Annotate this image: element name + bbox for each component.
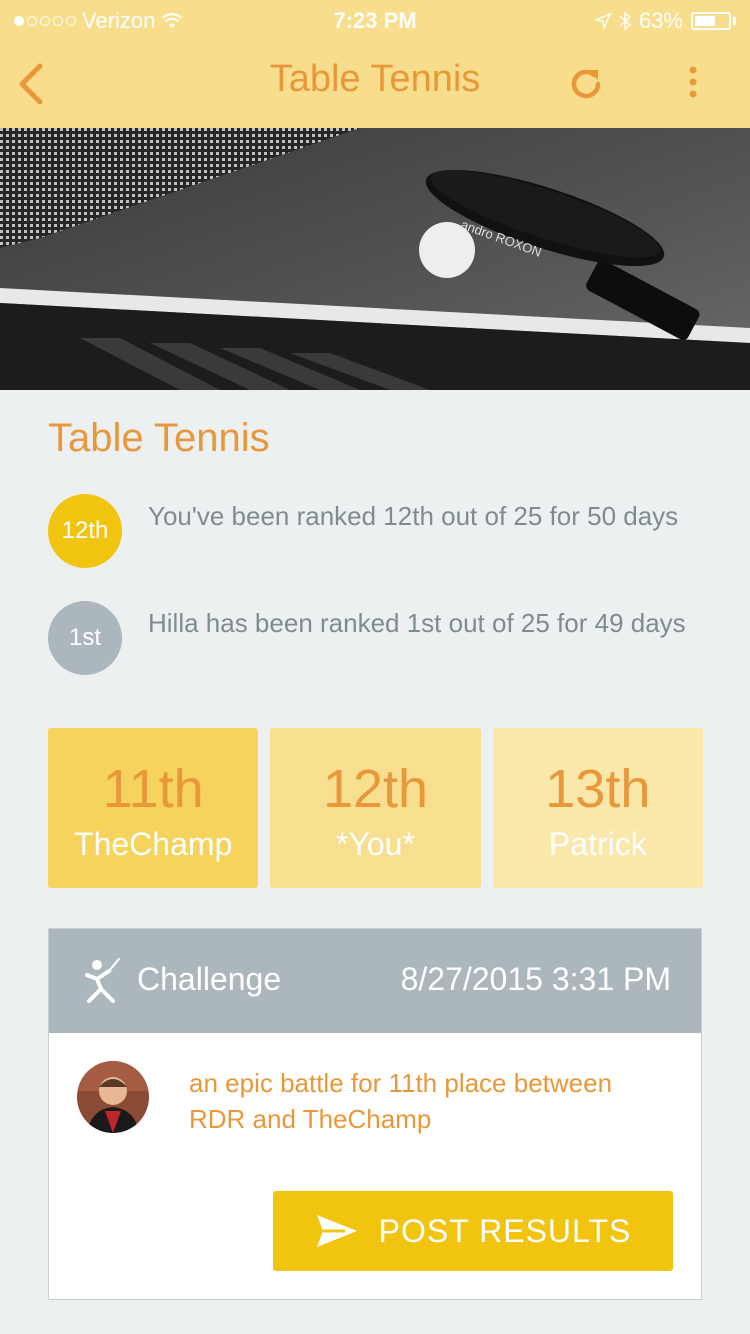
bluetooth-icon xyxy=(619,11,631,31)
tile-name: Patrick xyxy=(548,826,647,862)
player-icon xyxy=(85,958,120,1003)
challenge-header: Challenge 8/27/2015 3:31 PM xyxy=(49,929,701,1033)
tile-rank: 13th xyxy=(545,759,651,819)
rank-text: You've been ranked 12th out of 25 for 50… xyxy=(148,501,679,531)
battery-icon xyxy=(691,12,731,30)
tile-rank: 11th xyxy=(102,759,204,819)
status-right: 63% xyxy=(594,8,736,34)
refresh-button[interactable] xyxy=(566,64,606,104)
rank-row-leader: 1st Hilla has been ranked 1st out of 25 … xyxy=(48,601,708,675)
post-results-label: POST RESULTS xyxy=(378,1212,632,1249)
status-bar: Verizon 7:23 PM 63% xyxy=(0,0,750,40)
rank-badge: 12th xyxy=(48,494,122,568)
location-icon xyxy=(594,13,611,29)
refresh-icon xyxy=(571,69,601,99)
tile-name: *You* xyxy=(336,826,415,862)
tile-rank: 12th xyxy=(322,759,429,819)
challenge-date: 8/27/2015 3:31 PM xyxy=(400,961,671,997)
post-results-button[interactable]: POST RESULTS xyxy=(273,1191,673,1271)
rank-badge: 1st xyxy=(48,601,122,675)
tile-name: TheChamp xyxy=(74,826,233,862)
nav-title: Table Tennis xyxy=(269,58,481,100)
more-button[interactable] xyxy=(678,64,708,104)
hero-image: andro ROXON xyxy=(0,128,750,390)
challenge-description: an epic battle for 11th place between RD… xyxy=(189,1068,613,1134)
rank-text: Hilla has been ranked 1st out of 25 for … xyxy=(148,608,686,638)
section-title: Table Tennis xyxy=(48,416,270,460)
avatar[interactable] xyxy=(77,1061,149,1133)
leaderboard: 11th TheChamp 12th *You* 13th Patrick xyxy=(48,728,703,888)
rank-row-you: 12th You've been ranked 12th out of 25 f… xyxy=(48,494,708,568)
challenge-label: Challenge xyxy=(137,961,282,997)
send-icon xyxy=(316,1215,357,1247)
leaderboard-tile-below[interactable]: 13th Patrick xyxy=(492,728,703,888)
more-vertical-icon xyxy=(689,66,697,98)
leaderboard-tile-you[interactable]: 12th *You* xyxy=(270,728,481,888)
challenge-card: Challenge 8/27/2015 3:31 PM an epic batt… xyxy=(48,928,702,1300)
leaderboard-tile-above[interactable]: 11th TheChamp xyxy=(48,728,259,888)
table-tennis-photo: andro ROXON xyxy=(0,128,750,390)
nav-bar: Table Tennis xyxy=(0,40,750,128)
avatar-image xyxy=(77,1061,149,1133)
battery-percent: 63% xyxy=(638,8,683,33)
